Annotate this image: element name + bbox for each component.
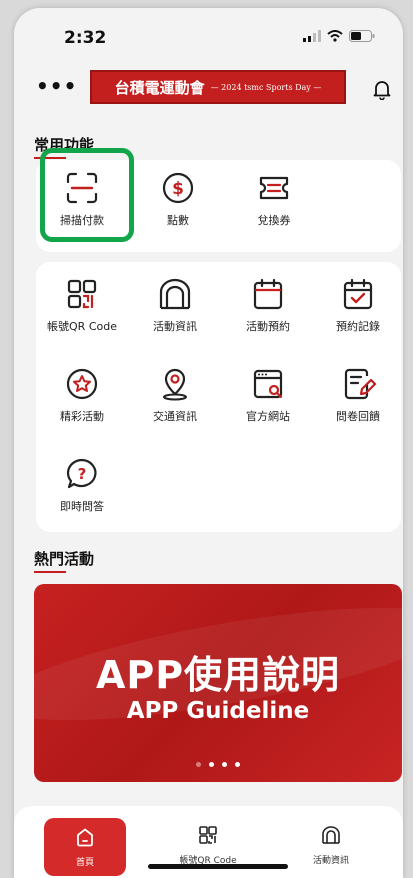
- more-menu-button[interactable]: •••: [36, 74, 77, 98]
- shortcut-voucher[interactable]: 兌換券: [231, 170, 317, 228]
- svg-text:?: ?: [78, 465, 87, 483]
- service-label: 問卷回饋: [336, 410, 380, 423]
- service-label: 即時問答: [60, 500, 104, 513]
- banner-title: 台積電運動會: [114, 78, 205, 97]
- points-icon: $: [162, 172, 194, 204]
- service-label: 預約記錄: [336, 320, 380, 333]
- calendar-icon: [253, 278, 283, 310]
- service-official-website[interactable]: 官方網站: [225, 366, 311, 424]
- service-survey[interactable]: 問卷回饋: [315, 366, 401, 424]
- svg-text:$: $: [172, 179, 184, 199]
- service-label: 精彩活動: [60, 410, 104, 423]
- signal-icon: [303, 30, 321, 42]
- service-booking-record[interactable]: 預約記錄: [315, 276, 401, 334]
- ticket-icon: [259, 176, 289, 200]
- shortcut-label: 兌換券: [257, 214, 291, 227]
- stadium-icon: [159, 278, 191, 310]
- service-account-qr[interactable]: 帳號QR Code: [39, 276, 125, 334]
- promo-banner-app-guideline[interactable]: APP使用說明 APP Guideline: [34, 584, 402, 782]
- shortcut-label: 點數: [167, 214, 189, 227]
- highlight-box: [40, 148, 134, 242]
- wifi-icon: [327, 30, 343, 42]
- home-icon: [77, 828, 93, 847]
- carousel-dot[interactable]: [196, 762, 201, 767]
- service-label: 活動資訊: [153, 320, 197, 333]
- carousel-dot[interactable]: [222, 762, 227, 767]
- star-badge-icon: [66, 368, 98, 400]
- tab-home[interactable]: 首頁: [44, 818, 126, 876]
- banner-subtitle: — 2024 tsmc Sports Day —: [210, 82, 322, 92]
- services-card: 帳號QR Code 活動資訊 活動預約 預約記錄 精彩活動 交通資訊 官方網站 …: [36, 262, 401, 532]
- top-bar: ••• 台積電運動會 — 2024 tsmc Sports Day —: [14, 68, 403, 112]
- tab-label: 首頁: [75, 858, 94, 868]
- carousel-dots[interactable]: [34, 762, 402, 767]
- shortcut-points[interactable]: $ 點數: [135, 170, 221, 228]
- service-event-booking[interactable]: 活動預約: [225, 276, 311, 334]
- promo-subtitle: APP Guideline: [126, 698, 310, 724]
- service-event-info[interactable]: 活動資訊: [132, 276, 218, 334]
- tab-label: 活動資訊: [312, 856, 349, 866]
- promo-title: APP使用說明: [95, 653, 341, 697]
- bell-icon[interactable]: [373, 80, 391, 100]
- status-time: 2:32: [64, 28, 107, 48]
- status-bar: 2:32: [14, 8, 403, 64]
- section-title-text: 熱門活動: [34, 550, 95, 568]
- survey-icon: [344, 368, 376, 400]
- section-underline: [34, 571, 66, 573]
- calendar-check-icon: [343, 278, 373, 310]
- event-banner-logo: 台積電運動會 — 2024 tsmc Sports Day —: [90, 70, 346, 104]
- website-icon: [253, 369, 283, 399]
- stadium-icon: [322, 826, 340, 844]
- service-traffic-info[interactable]: 交通資訊: [132, 366, 218, 424]
- qr-code-icon: [67, 279, 97, 309]
- service-label: 活動預約: [246, 320, 290, 333]
- home-indicator: [148, 864, 288, 869]
- service-label: 帳號QR Code: [47, 320, 117, 333]
- battery-icon: [349, 30, 375, 42]
- status-icons: [303, 30, 375, 42]
- carousel-dot[interactable]: [209, 762, 214, 767]
- carousel-dot[interactable]: [235, 762, 240, 767]
- section-title-hot-events: 熱門活動: [34, 548, 95, 573]
- service-live-qa[interactable]: ? 即時問答: [39, 456, 125, 514]
- service-label: 交通資訊: [153, 410, 197, 423]
- location-icon: [163, 368, 187, 401]
- help-icon: ?: [66, 458, 97, 489]
- service-highlights[interactable]: 精彩活動: [39, 366, 125, 424]
- phone-screen: 2:32 ••• 台積電運動會 — 2024 tsmc Sports Day —: [14, 8, 403, 878]
- qr-code-icon: [199, 826, 217, 844]
- tab-event-info[interactable]: 活動資訊: [290, 818, 372, 876]
- service-label: 官方網站: [246, 410, 290, 423]
